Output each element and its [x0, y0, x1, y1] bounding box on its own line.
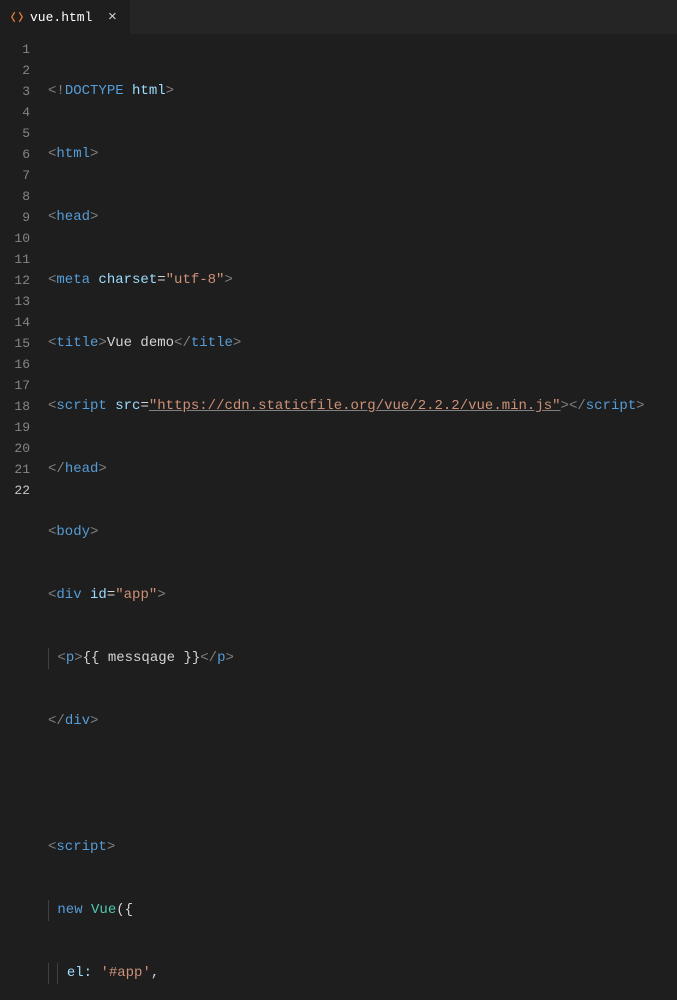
code-line[interactable]: el: '#app', [48, 963, 677, 984]
line-number: 18 [0, 396, 30, 417]
line-number: 5 [0, 123, 30, 144]
line-number: 1 [0, 39, 30, 60]
code-line[interactable]: <meta charset="utf-8"> [48, 270, 677, 291]
code-line[interactable]: <div id="app"> [48, 585, 677, 606]
line-number: 14 [0, 312, 30, 333]
line-number: 13 [0, 291, 30, 312]
line-number: 8 [0, 186, 30, 207]
code-line[interactable]: new Vue({ [48, 900, 677, 921]
line-number: 16 [0, 354, 30, 375]
line-number: 22 [0, 480, 30, 501]
line-number: 7 [0, 165, 30, 186]
code-line[interactable]: </div> [48, 711, 677, 732]
line-number: 21 [0, 459, 30, 480]
line-number: 19 [0, 417, 30, 438]
line-number: 10 [0, 228, 30, 249]
line-number: 4 [0, 102, 30, 123]
code-line[interactable]: </head> [48, 459, 677, 480]
line-numbers-gutter: 1 2 3 4 5 6 7 8 9 10 11 12 13 14 15 16 1… [0, 39, 48, 500]
editor[interactable]: 1 2 3 4 5 6 7 8 9 10 11 12 13 14 15 16 1… [0, 35, 677, 500]
code-line[interactable]: <p>{{ messqage }}</p> [48, 648, 677, 669]
code-line[interactable]: <head> [48, 207, 677, 228]
line-number: 3 [0, 81, 30, 102]
line-number: 2 [0, 60, 30, 81]
code-line[interactable]: <!DOCTYPE html> [48, 81, 677, 102]
code-line[interactable]: <body> [48, 522, 677, 543]
code-line[interactable]: <title>Vue demo</title> [48, 333, 677, 354]
tab-bar: vue.html × [0, 0, 677, 35]
code-line[interactable]: <script src="https://cdn.staticfile.org/… [48, 396, 677, 417]
code-line[interactable]: <script> [48, 837, 677, 858]
tab-vue-html[interactable]: vue.html × [0, 0, 131, 35]
close-icon[interactable]: × [104, 9, 120, 25]
line-number: 11 [0, 249, 30, 270]
line-number: 15 [0, 333, 30, 354]
line-number: 12 [0, 270, 30, 291]
line-number: 6 [0, 144, 30, 165]
tab-filename: vue.html [30, 10, 92, 25]
code-content[interactable]: <!DOCTYPE html> <html> <head> <meta char… [48, 39, 677, 500]
code-line[interactable]: <html> [48, 144, 677, 165]
line-number: 20 [0, 438, 30, 459]
code-line[interactable] [48, 774, 677, 795]
line-number: 17 [0, 375, 30, 396]
line-number: 9 [0, 207, 30, 228]
code-file-icon [10, 10, 24, 24]
